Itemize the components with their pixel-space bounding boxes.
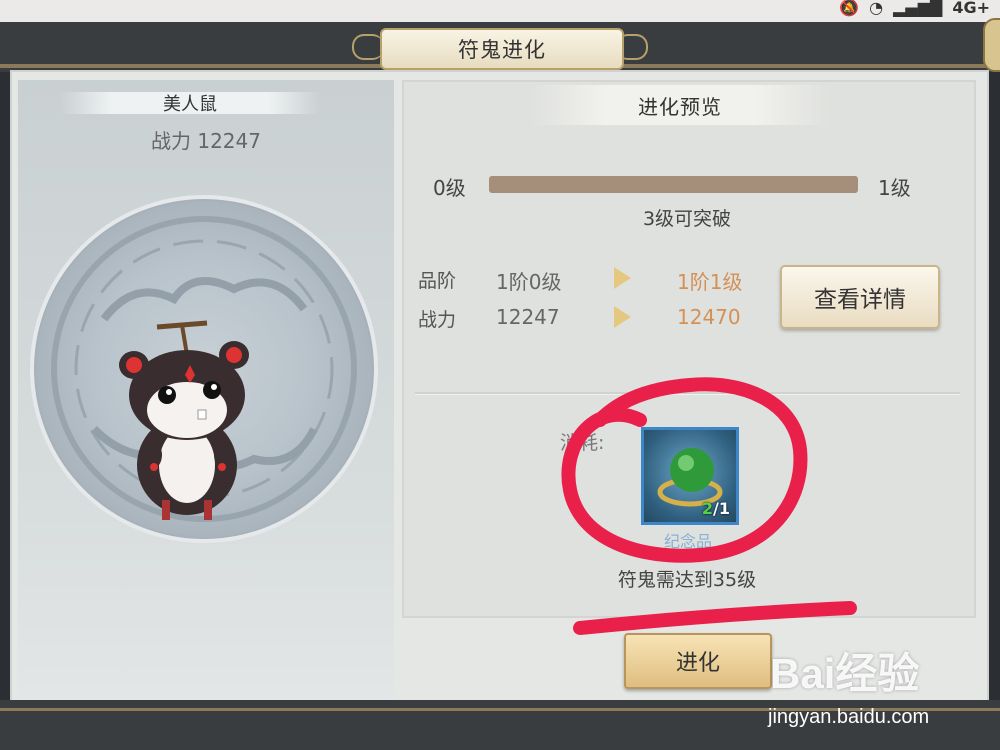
evolve-button[interactable]: 进化 (624, 633, 772, 689)
item-need: 1 (718, 499, 730, 518)
pet-power: 战力 12247 (151, 129, 261, 153)
grade-current: 1阶0级 (496, 270, 562, 294)
baidu-watermark-logo: Bai经验 (770, 650, 920, 697)
window-title-text: 符鬼进化 (458, 38, 546, 62)
level-to: 1级 (878, 176, 911, 200)
level-progress-bar (489, 176, 858, 193)
grade-next: 1阶1级 (677, 270, 743, 294)
arrow-right-icon (614, 306, 631, 328)
status-bar: 🔕 ◔ ▂▄▆█ 4G+ (0, 0, 1000, 22)
level-from: 0级 (433, 176, 466, 200)
status-icons: 🔕 ◔ ▂▄▆█ 4G+ (839, 0, 990, 18)
baidu-watermark-url: jingyan.baidu.com (768, 706, 930, 728)
window-title: 符鬼进化 (380, 28, 624, 70)
network-type: 4G+ (952, 0, 990, 17)
preview-title: 进化预览 (638, 94, 722, 119)
material-item-slot[interactable]: 2/1 (641, 427, 739, 525)
signal-icon: ▂▄▆█ (893, 0, 943, 17)
pet-name: 美人鼠 (163, 94, 217, 115)
power-current: 12247 (496, 305, 560, 329)
alarm-icon: ◔ (869, 0, 884, 17)
consume-label: 消耗: (560, 432, 605, 454)
item-count: 2/1 (702, 499, 730, 518)
power-label: 战力 (418, 309, 457, 331)
notification-off-icon: 🔕 (839, 0, 860, 17)
arrow-right-icon (614, 267, 631, 289)
power-next: 12470 (677, 305, 741, 329)
evolve-button-label: 进化 (675, 651, 720, 676)
break-note: 3级可突破 (642, 208, 732, 230)
grade-label: 品阶 (418, 270, 457, 292)
view-details-button[interactable]: 查看详情 (780, 265, 940, 329)
hamster-pet-figure (119, 320, 249, 520)
preview-title-banner: 进化预览 (530, 85, 830, 125)
pet-name-banner: 美人鼠 (60, 92, 320, 115)
view-details-label: 查看详情 (814, 287, 906, 313)
divider (415, 392, 960, 394)
level-requirement: 符鬼需达到35级 (617, 569, 757, 591)
close-button[interactable] (983, 18, 1000, 72)
item-have: 2 (701, 499, 714, 518)
level-progress-fill (489, 176, 858, 193)
item-name: 纪念品 (663, 532, 712, 551)
